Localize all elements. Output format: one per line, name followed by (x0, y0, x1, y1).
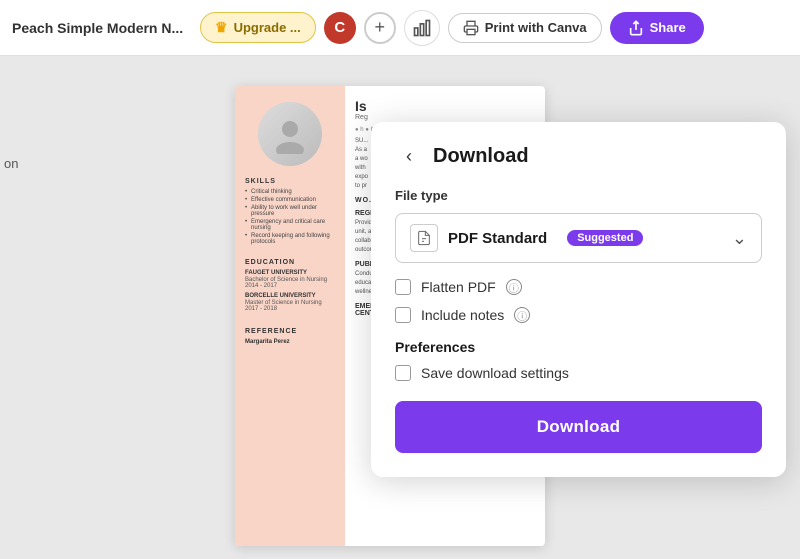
panel-header: ‹ Download (395, 142, 762, 170)
reference-section: REFERENCE Margarita Perez (245, 328, 335, 345)
flatten-pdf-checkbox[interactable] (395, 279, 411, 295)
skills-section: SKILLS Critical thinking Effective commu… (245, 178, 335, 247)
add-button[interactable]: + (364, 12, 396, 44)
skill-4: Emergency and critical care nursing (245, 219, 335, 231)
print-label: Print with Canva (485, 20, 587, 35)
include-notes-row: Include notes ⓘ (395, 307, 762, 323)
suggested-badge: Suggested (567, 230, 643, 246)
upgrade-button[interactable]: ♛ Upgrade ... (200, 12, 316, 43)
resume-avatar (258, 102, 322, 166)
download-panel: ‹ Download File type PDF Standard Sugges… (371, 122, 786, 477)
save-settings-row: Save download settings (395, 365, 762, 381)
skill-2: Effective communication (245, 197, 335, 203)
avatar-image (258, 102, 322, 166)
analytics-icon[interactable] (404, 10, 440, 46)
navbar: Peach Simple Modern N... ♛ Upgrade ... C… (0, 0, 800, 56)
include-notes-checkbox[interactable] (395, 307, 411, 323)
chevron-down-icon: ⌄ (732, 228, 747, 249)
skill-5: Record keeping and following protocols (245, 233, 335, 245)
notes-info-icon[interactable]: ⓘ (514, 307, 530, 323)
share-icon (628, 20, 644, 36)
crown-icon: ♛ (215, 19, 228, 36)
print-button[interactable]: Print with Canva (448, 13, 602, 43)
flatten-pdf-label: Flatten PDF (421, 279, 496, 295)
flatten-pdf-row: Flatten PDF ⓘ (395, 279, 762, 295)
upgrade-label: Upgrade ... (234, 20, 301, 35)
reference-title: REFERENCE (245, 328, 335, 335)
pdf-file-icon (410, 224, 438, 252)
resume-role: Reg (355, 114, 535, 121)
include-notes-label: Include notes (421, 307, 504, 323)
document-title: Peach Simple Modern N... (12, 20, 192, 36)
skill-3: Ability to work well under pressure (245, 205, 335, 217)
education-section: EDUCATION FAUGET UNIVERSITY Bachelor of … (245, 259, 335, 316)
education-title: EDUCATION (245, 259, 335, 266)
resume-name: Is (355, 98, 535, 114)
avatar[interactable]: C (324, 12, 356, 44)
skill-1: Critical thinking (245, 189, 335, 195)
download-button[interactable]: Download (395, 401, 762, 453)
file-type-dropdown[interactable]: PDF Standard Suggested ⌄ (395, 213, 762, 263)
skills-title: SKILLS (245, 178, 335, 185)
panel-title: Download (433, 145, 529, 168)
back-button[interactable]: ‹ (395, 142, 423, 170)
save-settings-label: Save download settings (421, 365, 569, 381)
file-type-name: PDF Standard (448, 230, 547, 247)
edge-label: on (4, 156, 18, 171)
preferences-label: Preferences (395, 339, 762, 355)
resume-left-column: SKILLS Critical thinking Effective commu… (235, 86, 345, 546)
share-button[interactable]: Share (610, 12, 704, 44)
reference-name: Margarita Perez (245, 339, 335, 345)
share-label: Share (650, 20, 686, 35)
save-settings-checkbox[interactable] (395, 365, 411, 381)
flatten-info-icon[interactable]: ⓘ (506, 279, 522, 295)
printer-icon (463, 20, 479, 36)
canvas-area: on SKILLS Critical thinking Effective co… (0, 56, 800, 559)
file-type-label: File type (395, 188, 762, 203)
